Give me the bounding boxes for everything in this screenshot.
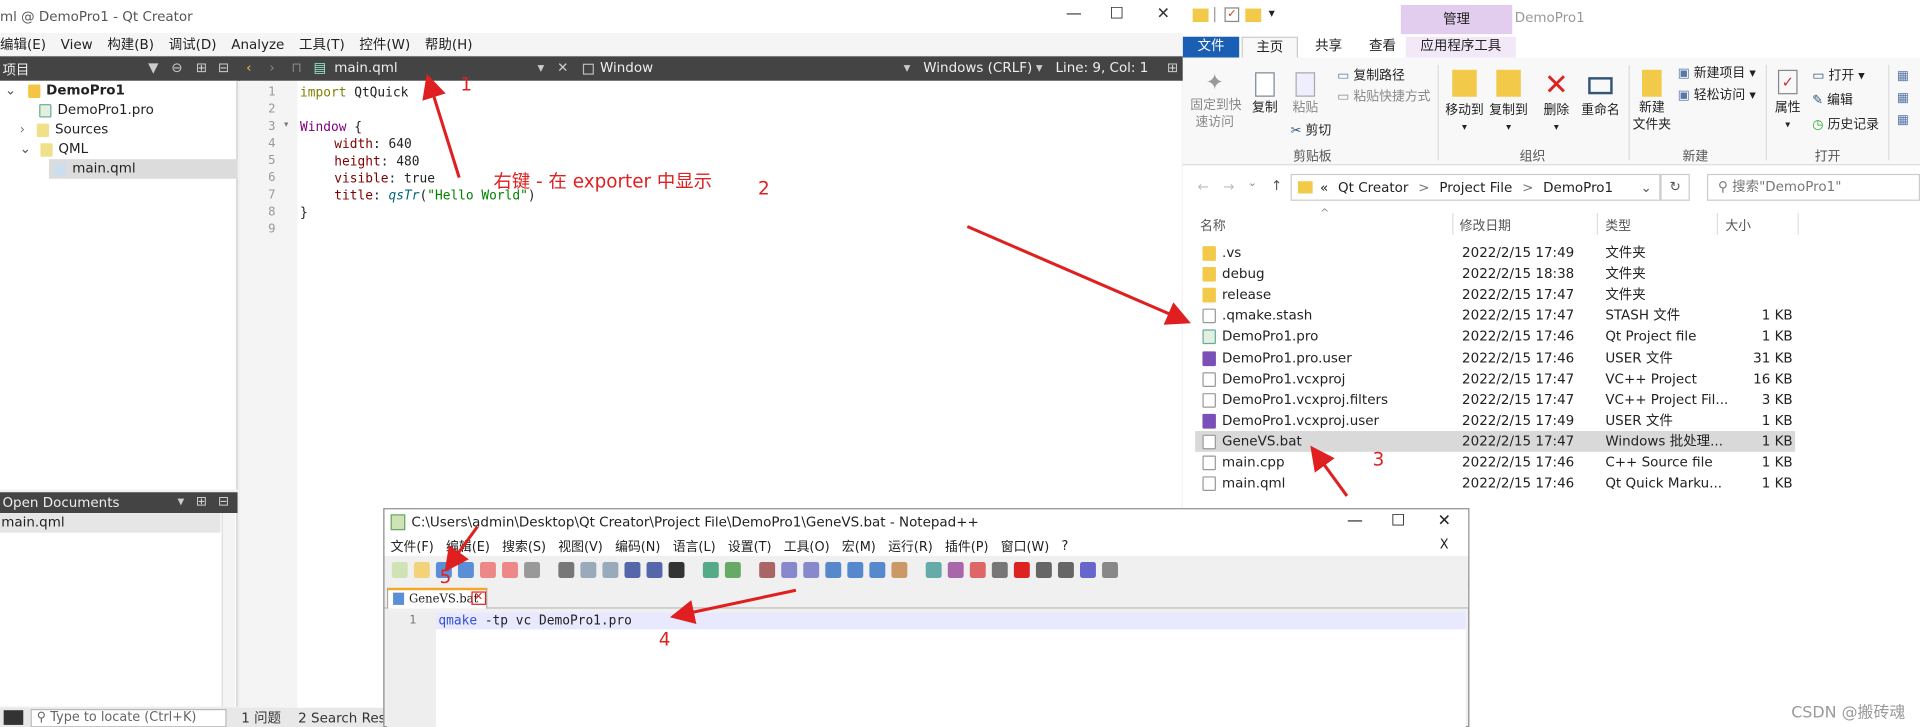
arrow-4 <box>669 588 797 625</box>
annotation-number-3: 3 <box>1372 448 1385 471</box>
arrow-5 <box>444 525 479 572</box>
arrow-3 <box>1310 445 1349 497</box>
annotation-number-4: 4 <box>658 628 671 651</box>
annotation-number-1: 1 <box>460 73 473 96</box>
annotation-number-5: 5 <box>439 565 452 588</box>
annotation-instruction: 右键 - 在 exporter 中显示 <box>493 170 713 193</box>
watermark: CSDN @搬砖魂 <box>1791 704 1906 723</box>
annotation-number-2: 2 <box>757 177 770 200</box>
arrow-2 <box>966 225 1191 325</box>
arrow-1 <box>422 73 461 179</box>
annotation-arrows <box>422 73 1349 625</box>
